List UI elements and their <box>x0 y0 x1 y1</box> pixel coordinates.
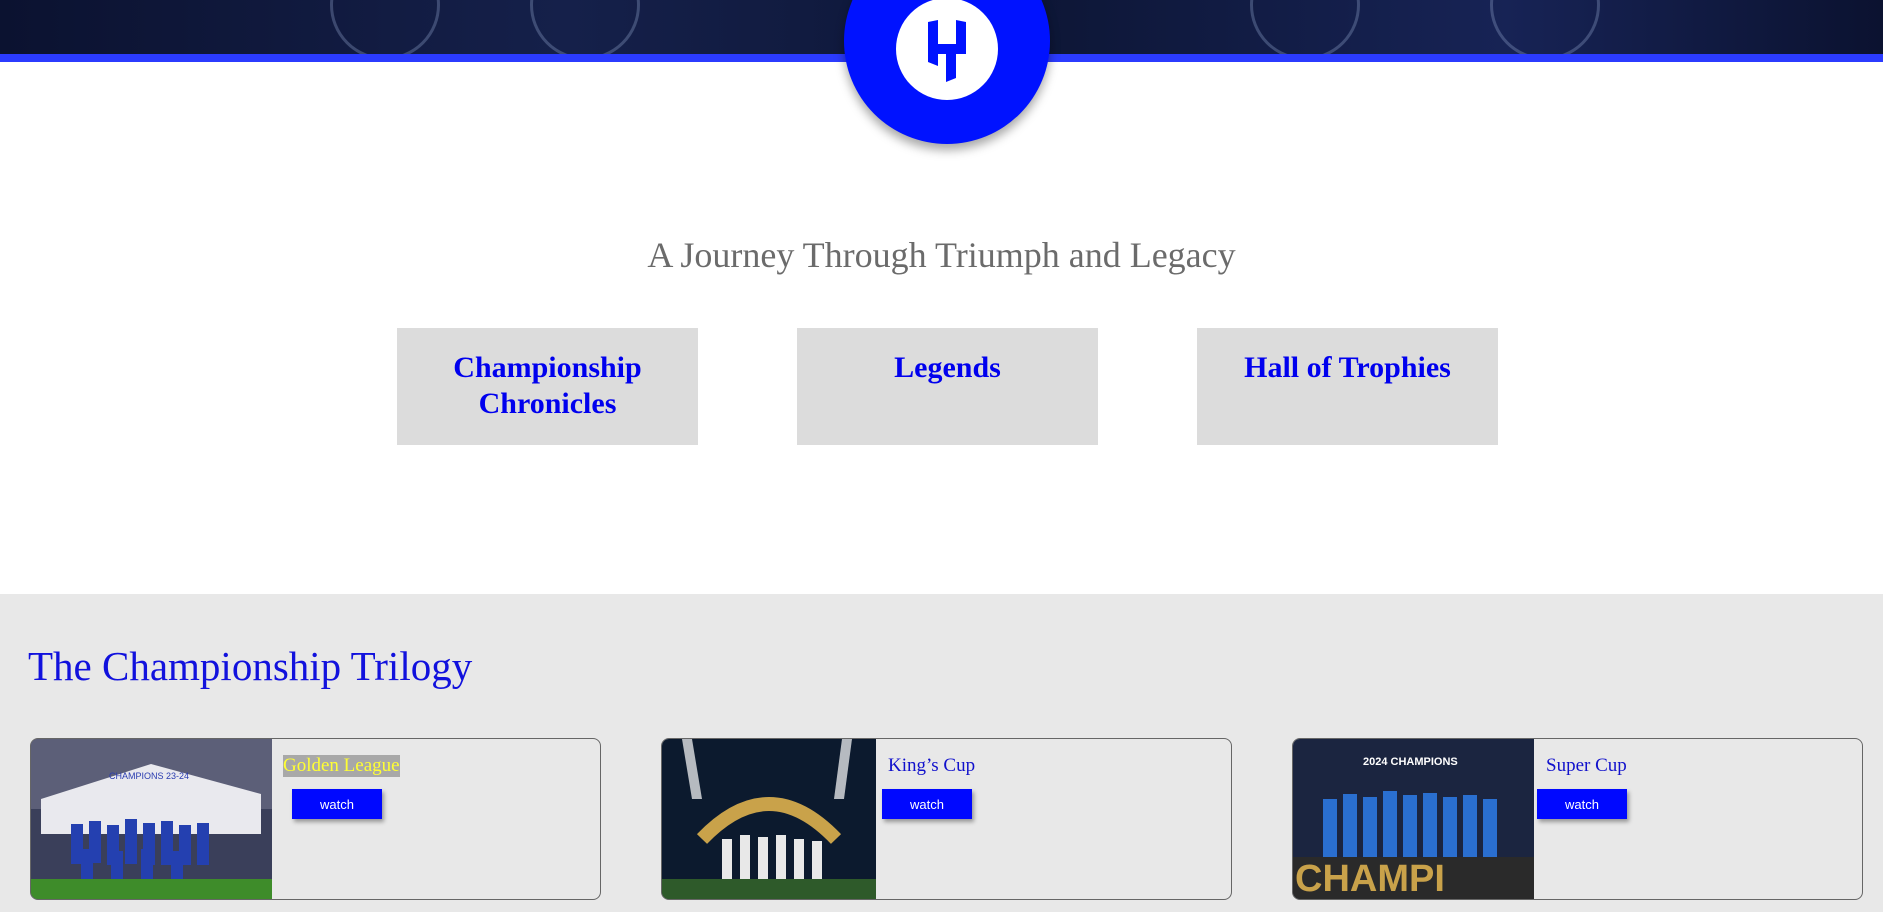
watch-button[interactable]: watch <box>882 789 972 819</box>
tagline: A Journey Through Triumph and Legacy <box>647 235 1236 275</box>
ball-emblem-watermark <box>530 0 640 54</box>
club-emblem-watermark <box>1250 0 1360 54</box>
trophy-card-super-cup: 2024 CHAMPIONS CHAMPI Super Cup watch <box>1292 738 1863 900</box>
section-title: The Championship Trilogy <box>28 643 473 689</box>
svg-text:2024 CHAMPIONS: 2024 CHAMPIONS <box>1363 756 1458 768</box>
club-emblem-watermark <box>330 0 440 54</box>
watch-button[interactable]: watch <box>292 789 382 819</box>
svg-text:CHAMPI: CHAMPI <box>1295 858 1445 900</box>
trophy-name: Super Cup <box>1546 755 1627 776</box>
trophy-card-golden-league: CHAMPIONS 23-24 Golden League watch <box>30 738 601 900</box>
al-hilal-logo-icon <box>896 0 998 100</box>
nav-card-hall-of-trophies[interactable]: Hall of Trophies <box>1197 328 1498 445</box>
nav-card-label: Legends <box>894 351 1001 384</box>
team-celebration-photo: CHAMPIONS 23-24 <box>31 739 272 899</box>
trophy-ceremony-photo <box>662 739 876 899</box>
club-logo[interactable] <box>844 0 1050 144</box>
club-emblem-watermark <box>1490 0 1600 54</box>
nav-card-label: Championship Chronicles <box>453 351 642 420</box>
nav-card-legends[interactable]: Legends <box>797 328 1098 445</box>
svg-text:CHAMPIONS 23-24: CHAMPIONS 23-24 <box>109 771 189 781</box>
nav-card-championship-chronicles[interactable]: Championship Chronicles <box>397 328 698 445</box>
champions-podium-photo: 2024 CHAMPIONS CHAMPI <box>1293 739 1534 900</box>
trophy-card-kings-cup: King’s Cup watch <box>661 738 1232 900</box>
trophy-name: King’s Cup <box>888 755 976 776</box>
trophy-name: Golden League <box>283 755 400 777</box>
nav-card-label: Hall of Trophies <box>1244 351 1451 384</box>
watch-button[interactable]: watch <box>1537 789 1627 819</box>
championship-trilogy-section: The Championship Trilogy CHAMPIONS 23-24 <box>0 594 1883 912</box>
